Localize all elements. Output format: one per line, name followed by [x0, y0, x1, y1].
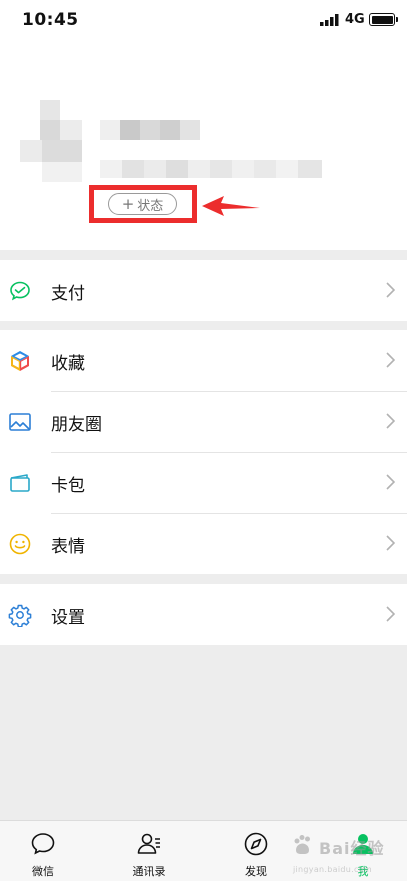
status-time: 10:45: [22, 10, 79, 30]
tab-chats[interactable]: 微信: [8, 821, 78, 881]
tab-contacts-label: 通讯录: [132, 865, 166, 878]
menu-item-pay[interactable]: 支付: [0, 260, 407, 321]
paw-icon: [294, 835, 310, 854]
compass-icon: [244, 832, 268, 856]
favorites-cube-icon: [11, 351, 29, 371]
chevron-right-icon: [386, 352, 395, 368]
chevron-right-icon: [386, 413, 395, 429]
menu-item-settings-label: 设置: [51, 608, 85, 628]
tab-chats-label: 微信: [32, 865, 54, 878]
menu-item-moments-label: 朋友圈: [51, 415, 102, 435]
status-bar: 10:45 4G: [0, 0, 407, 40]
chevron-right-icon: [386, 282, 395, 298]
network-label: 4G: [345, 12, 365, 27]
menu-item-cards[interactable]: 卡包: [0, 452, 407, 513]
watermark-text: Bai经验: [319, 839, 385, 858]
menu-item-favorites-label: 收藏: [51, 354, 85, 374]
menu-item-stickers[interactable]: 表情: [0, 513, 407, 574]
nickname-blurred: [100, 120, 200, 140]
gear-icon: [8, 604, 32, 627]
chevron-right-icon: [386, 535, 395, 551]
chevron-right-icon: [386, 474, 395, 490]
profile-header[interactable]: + 状态: [0, 40, 407, 250]
add-status-label: 状态: [137, 198, 164, 214]
tab-discover[interactable]: 发现: [221, 821, 291, 881]
menu-item-pay-label: 支付: [51, 284, 85, 304]
smiley-face-icon: [9, 533, 31, 555]
menu-group-settings: 设置: [0, 584, 407, 645]
tab-discover-label: 发现: [245, 865, 267, 878]
card-wallet-icon: [10, 474, 30, 492]
moments-picture-icon: [9, 413, 31, 431]
baidu-jingyan-watermark: Bai经验 jingyan.baidu.com: [285, 829, 403, 881]
signal-icon: [320, 14, 339, 26]
menu-item-cards-label: 卡包: [51, 476, 85, 496]
avatar[interactable]: [20, 100, 82, 192]
chevron-right-icon: [386, 606, 395, 622]
plus-icon: +: [121, 195, 135, 213]
watermark-url: jingyan.baidu.com: [293, 865, 372, 874]
menu-item-stickers-label: 表情: [51, 537, 85, 557]
menu-item-moments[interactable]: 朋友圈: [0, 391, 407, 452]
tab-contacts[interactable]: 通讯录: [114, 821, 184, 881]
contacts-icon: [137, 833, 160, 854]
menu-item-favorites[interactable]: 收藏: [0, 330, 407, 391]
red-arrow-annotation: [202, 196, 260, 216]
menu-group-main: 收藏 朋友圈 卡包 表情: [0, 330, 407, 574]
wechat-id-blurred: [100, 160, 322, 178]
menu-group-pay: 支付: [0, 260, 407, 321]
pay-icon: [10, 281, 30, 301]
add-status-button[interactable]: + 状态: [108, 193, 177, 215]
chat-bubble-icon: [31, 833, 55, 855]
status-highlight-box: + 状态: [89, 185, 197, 223]
menu-item-settings[interactable]: 设置: [0, 584, 407, 645]
battery-icon: [369, 13, 398, 26]
